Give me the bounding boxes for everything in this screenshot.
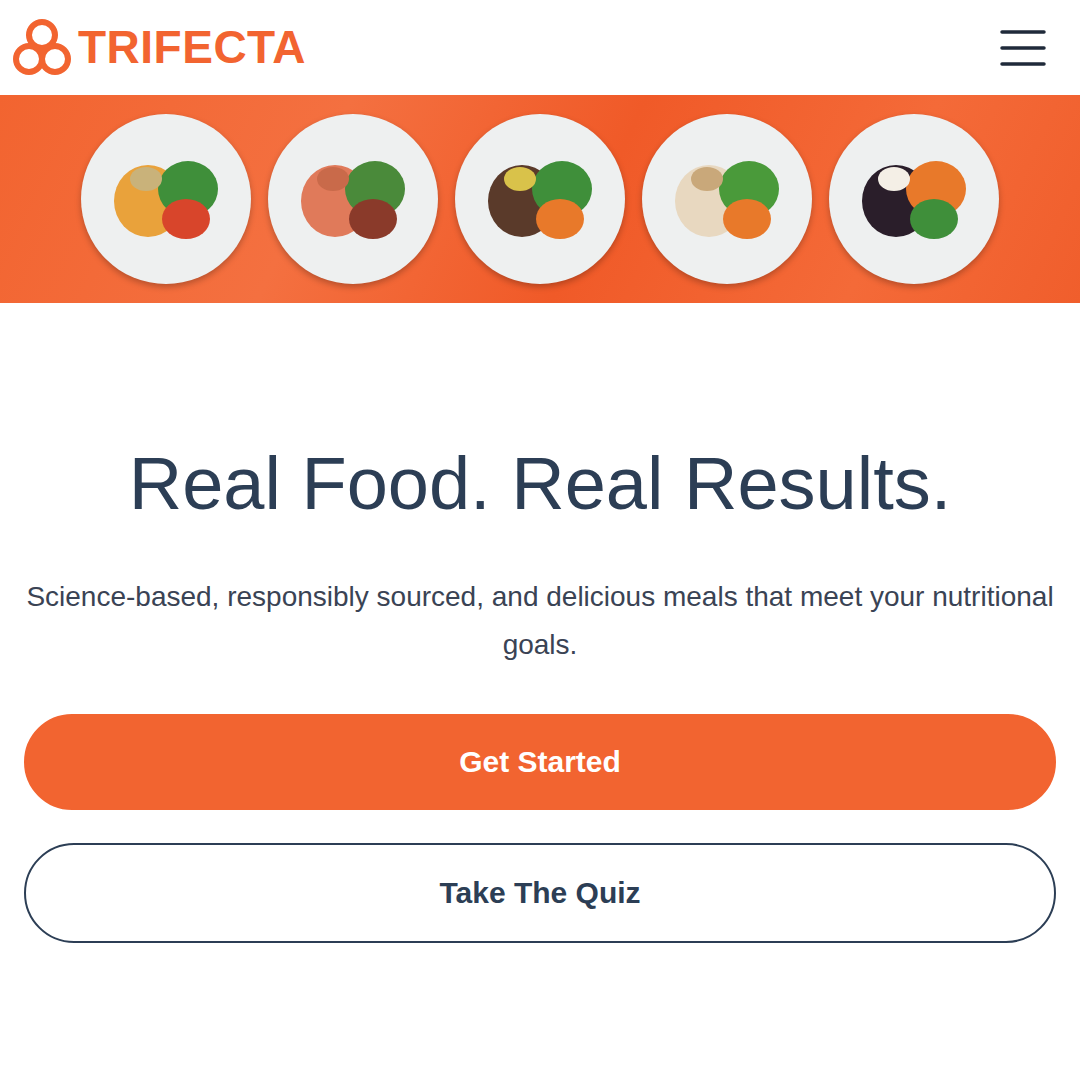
- site-header: TRIFECTA: [0, 0, 1080, 95]
- meal-food-icon: [480, 149, 600, 249]
- hero-title: Real Food. Real Results.: [24, 440, 1056, 529]
- hamburger-menu-icon: [1000, 28, 1046, 68]
- food-plate: [455, 114, 625, 284]
- logo[interactable]: TRIFECTA: [10, 16, 306, 80]
- hero: Real Food. Real Results. Science-based, r…: [0, 303, 1080, 669]
- meal-food-icon: [854, 149, 974, 249]
- meal-food-icon: [293, 149, 413, 249]
- cta-buttons: Get Started Take The Quiz: [0, 669, 1080, 943]
- food-plate: [642, 114, 812, 284]
- food-plate: [829, 114, 999, 284]
- quiz-button[interactable]: Take The Quiz: [24, 843, 1056, 943]
- meal-food-icon: [106, 149, 226, 249]
- food-plate: [268, 114, 438, 284]
- hero-subtitle: Science-based, responsibly sourced, and …: [24, 573, 1056, 669]
- logo-text: TRIFECTA: [78, 22, 306, 73]
- trifecta-logo-icon: [10, 16, 74, 80]
- meal-food-icon: [667, 149, 787, 249]
- menu-button[interactable]: [1000, 28, 1046, 68]
- get-started-button[interactable]: Get Started: [24, 714, 1056, 810]
- food-banner-image: [0, 95, 1080, 303]
- food-plate: [81, 114, 251, 284]
